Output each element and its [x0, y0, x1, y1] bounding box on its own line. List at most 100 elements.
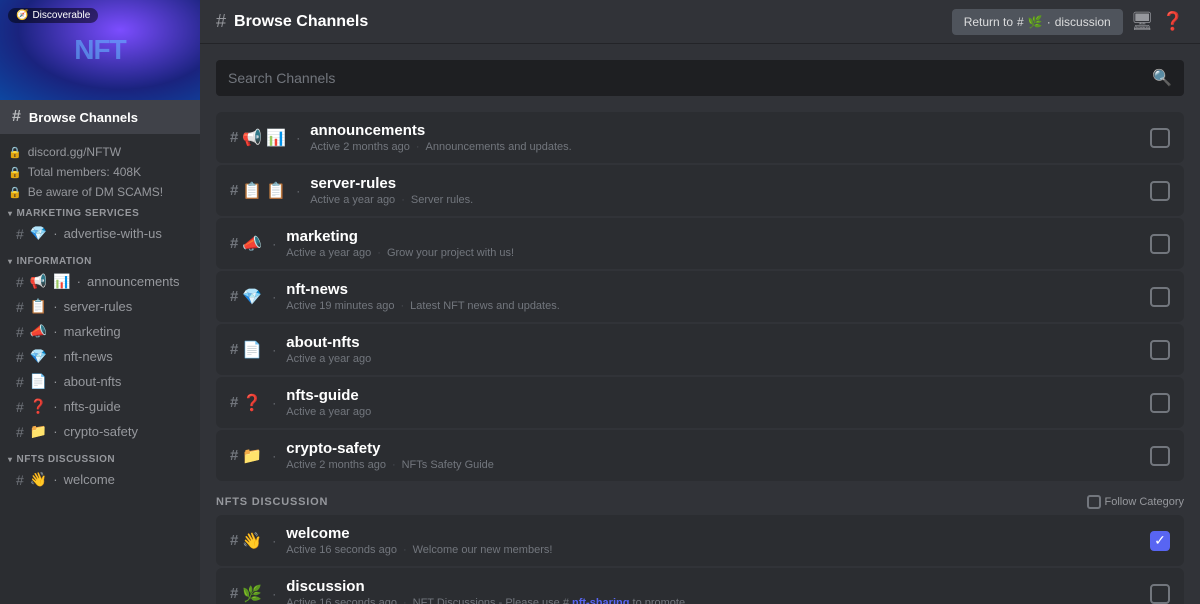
channel-emoji-1: 💎 — [242, 287, 262, 307]
hash-icon-rules: # — [16, 299, 24, 315]
channel-info: crypto-safety Active 2 months ago ·NFTs … — [286, 440, 1140, 471]
channel-active-time: Active 19 minutes ago — [286, 300, 394, 312]
channel-desc: Announcements and updates. — [426, 141, 572, 153]
channel-checkbox[interactable] — [1150, 393, 1170, 413]
return-separator: · — [1047, 15, 1051, 29]
channel-row[interactable]: # ❓ · nfts-guide Active a year ago — [216, 377, 1184, 428]
channel-checkbox[interactable] — [1150, 181, 1170, 201]
channel-info: server-rules Active a year ago ·Server r… — [310, 175, 1140, 206]
hash-icon-sidebar: # — [12, 108, 21, 126]
channel-row[interactable]: # 📢 📊 · announcements Active 2 months ag… — [216, 112, 1184, 163]
page-title: Browse Channels — [234, 13, 368, 31]
monitor-icon[interactable]: 🖥 — [1131, 11, 1154, 32]
sidebar-section-nfts-discussion: ▾ NFTS DISCUSSION # 👋 · welcome — [0, 448, 200, 492]
channel-dot: · — [272, 396, 276, 410]
channel-row[interactable]: # 📣 · marketing Active a year ago ·Grow … — [216, 218, 1184, 269]
hash-icon-about: # — [16, 374, 24, 390]
channel-checkbox[interactable] — [1150, 234, 1170, 254]
channel-row[interactable]: # 💎 · nft-news Active 19 minutes ago ·La… — [216, 271, 1184, 322]
sidebar-item-advertise[interactable]: # 💎 · advertise-with-us — [4, 221, 196, 246]
server-banner[interactable]: NFT 🧭 Discoverable — [0, 0, 200, 100]
discussion-channel-row[interactable]: # 👋 · welcome Active 16 seconds ago ·Wel… — [216, 515, 1184, 566]
help-icon[interactable]: ❓ — [1162, 11, 1184, 32]
sidebar-section-header-nfts-discussion[interactable]: ▾ NFTS DISCUSSION — [0, 448, 200, 467]
channel-icons: # 💎 — [230, 287, 262, 307]
channel-hash-icon: # — [230, 447, 238, 464]
channel-row[interactable]: # 📋 📋 · server-rules Active a year ago ·… — [216, 165, 1184, 216]
discussion-channels-section: # 👋 · welcome Active 16 seconds ago ·Wel… — [216, 515, 1184, 604]
sidebar-section-header-information[interactable]: ▾ INFORMATION — [0, 250, 200, 269]
sidebar-item-welcome[interactable]: # 👋 · welcome — [4, 467, 196, 492]
channel-hash-icon: # — [230, 235, 238, 252]
channel-hash-icon: # — [230, 532, 238, 549]
channel-name: nft-news — [286, 281, 1140, 298]
channel-dot: · — [272, 343, 276, 357]
sidebar-item-name-advertise: advertise-with-us — [64, 226, 162, 241]
follow-category-button[interactable]: Follow Category — [1087, 495, 1184, 509]
discussion-channel-row[interactable]: # 🌿 · discussion Active 16 seconds ago ·… — [216, 568, 1184, 604]
channel-hash-icon: # — [230, 129, 238, 146]
sidebar-item-marketing[interactable]: # 📣 · marketing — [4, 319, 196, 344]
channel-name: announcements — [310, 122, 1140, 139]
channel-active-time: Active a year ago — [286, 353, 371, 365]
channel-emoji-2: 📊 — [266, 128, 286, 148]
channel-info: discussion Active 16 seconds ago ·NFT Di… — [286, 578, 1140, 604]
sidebar-section-header-marketing[interactable]: ▾ MARKETING SERVICES — [0, 202, 200, 221]
channel-meta: Active 19 minutes ago ·Latest NFT news a… — [286, 300, 1140, 312]
sidebar-item-name-welcome: welcome — [64, 472, 115, 487]
sidebar-section-marketing: ▾ MARKETING SERVICES # 💎 · advertise-wit… — [0, 202, 200, 246]
chevron-icon-marketing: ▾ — [8, 209, 13, 218]
channel-row[interactable]: # 📁 · crypto-safety Active 2 months ago … — [216, 430, 1184, 481]
channel-meta: Active a year ago ·Grow your project wit… — [286, 247, 1140, 259]
sidebar-item-nft-news[interactable]: # 💎 · nft-news — [4, 344, 196, 369]
main-header: # Browse Channels Return to # 🌿 · discus… — [200, 0, 1200, 44]
return-button[interactable]: Return to # 🌿 · discussion — [952, 9, 1123, 35]
follow-category-checkbox — [1087, 495, 1101, 509]
emoji-mkt: 📣 — [30, 323, 47, 340]
browse-channels-sidebar-btn[interactable]: # Browse Channels — [0, 100, 200, 134]
channel-icons: # 📢 📊 — [230, 128, 286, 148]
channel-checkbox[interactable]: ✓ — [1150, 531, 1170, 551]
regular-channels-section: # 📢 📊 · announcements Active 2 months ag… — [216, 112, 1184, 481]
channel-meta: Active 16 seconds ago ·NFT Discussions -… — [286, 597, 1140, 604]
hash-icon-safety: # — [16, 424, 24, 440]
channel-meta: Active a year ago — [286, 353, 1140, 365]
sidebar-item-name-ann: announcements — [87, 274, 180, 289]
channel-desc: NFTs Safety Guide — [402, 459, 494, 471]
channel-info: nfts-guide Active a year ago — [286, 387, 1140, 418]
chevron-icon-nfts: ▾ — [8, 455, 13, 464]
sidebar-item-name-mkt: marketing — [64, 324, 121, 339]
channel-desc: Grow your project with us! — [387, 247, 514, 259]
channel-checkbox[interactable] — [1150, 287, 1170, 307]
sidebar-item-server-rules[interactable]: # 📋 · server-rules — [4, 294, 196, 319]
emoji-ann2: 📊 — [53, 273, 70, 290]
sidebar-lock-3: 🔒 Be aware of DM SCAMS! — [0, 182, 200, 202]
channel-emoji-2: 📋 — [266, 181, 286, 201]
channel-dot: · — [272, 449, 276, 463]
channel-row[interactable]: # 📄 · about-nfts Active a year ago — [216, 324, 1184, 375]
sidebar-section-information: ▾ INFORMATION # 📢 📊 · announcements # 📋 … — [0, 250, 200, 444]
channel-active-time: Active a year ago — [286, 406, 371, 418]
sidebar-item-about-nfts[interactable]: # 📄 · about-nfts — [4, 369, 196, 394]
sidebar-item-nfts-guide[interactable]: # ❓ · nfts-guide — [4, 394, 196, 419]
search-input[interactable] — [228, 60, 1152, 96]
sidebar-item-name-news: nft-news — [64, 349, 113, 364]
channel-hash-icon: # — [230, 341, 238, 358]
channel-meta: Active 16 seconds ago ·Welcome our new m… — [286, 544, 1140, 556]
discoverable-label: Discoverable — [32, 10, 90, 21]
channel-icons: # 📣 — [230, 234, 262, 254]
channel-active-time: Active 2 months ago — [310, 141, 410, 153]
channel-checkbox[interactable] — [1150, 584, 1170, 604]
channel-emoji-1: 📄 — [242, 340, 262, 360]
search-icon: 🔍 — [1152, 68, 1172, 88]
hash-icon-ann: # — [16, 274, 24, 290]
sidebar-item-announcements[interactable]: # 📢 📊 · announcements — [4, 269, 196, 294]
channel-checkbox[interactable] — [1150, 128, 1170, 148]
channel-checkbox[interactable] — [1150, 340, 1170, 360]
hash-icon-welcome: # — [16, 472, 24, 488]
sidebar-item-crypto-safety[interactable]: # 📁 · crypto-safety — [4, 419, 196, 444]
channel-checkbox[interactable] — [1150, 446, 1170, 466]
lock-icon-3: 🔒 — [8, 186, 22, 199]
channel-emoji-1: 📋 — [242, 181, 262, 201]
channel-name: discussion — [286, 578, 1140, 595]
